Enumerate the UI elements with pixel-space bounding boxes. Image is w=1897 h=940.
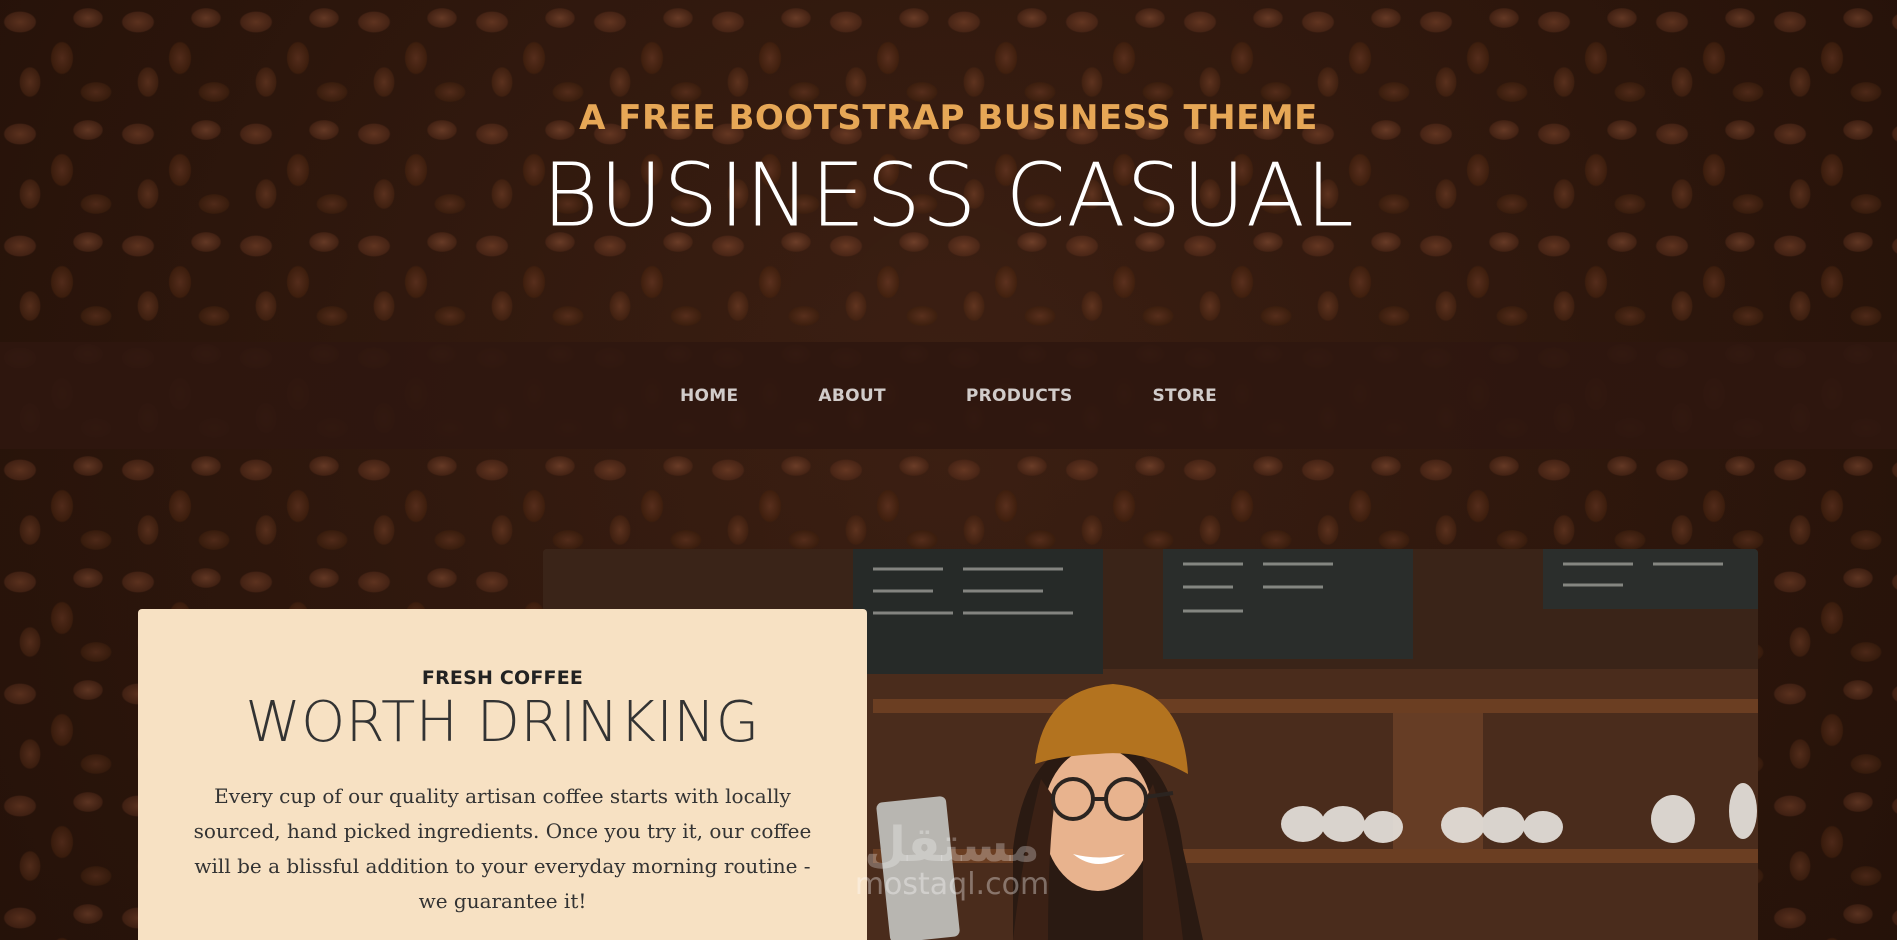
intro-heading-lower: WORTH DRINKING bbox=[245, 690, 760, 755]
nav-list: HOME ABOUT PRODUCTS STORE bbox=[0, 342, 1897, 449]
nav-item-about: ABOUT bbox=[778, 386, 925, 406]
nav-link-store[interactable]: STORE bbox=[1153, 386, 1218, 406]
intro-heading-upper: FRESH COFFEE bbox=[421, 667, 584, 689]
site-tagline: A FREE BOOTSTRAP BUSINESS THEME bbox=[579, 98, 1318, 138]
site-heading: A FREE BOOTSTRAP BUSINESS THEME BUSINESS… bbox=[0, 92, 1897, 247]
site-title: BUSINESS CASUAL bbox=[542, 145, 1355, 247]
nav-item-products: PRODUCTS bbox=[926, 386, 1113, 406]
intro-paragraph: Every cup of our quality artisan coffee … bbox=[193, 784, 812, 913]
intro-text-box: FRESH COFFEE WORTH DRINKING Every cup of… bbox=[138, 609, 867, 940]
nav-link-about[interactable]: ABOUT bbox=[818, 386, 885, 406]
nav-item-store: STORE bbox=[1113, 386, 1258, 406]
nav-link-products[interactable]: PRODUCTS bbox=[966, 386, 1073, 406]
nav-link-home[interactable]: HOME bbox=[680, 386, 738, 406]
nav-item-home: HOME bbox=[640, 386, 778, 406]
main-navbar: HOME ABOUT PRODUCTS STORE bbox=[0, 342, 1897, 449]
